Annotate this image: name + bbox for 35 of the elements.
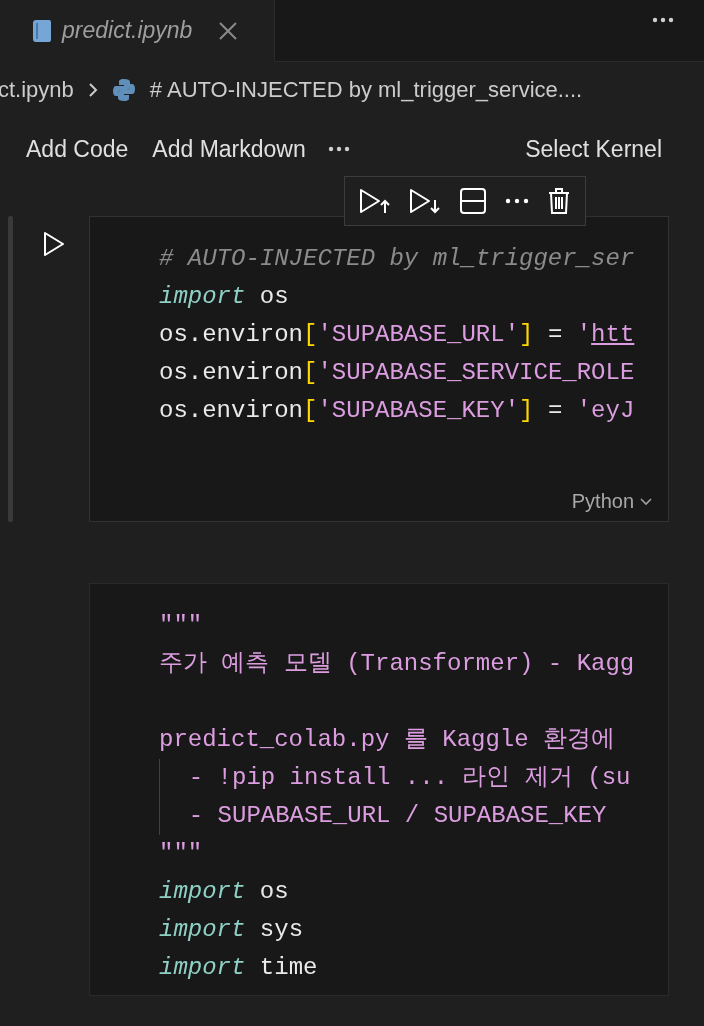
code-line: """: [159, 839, 204, 869]
split-cell-icon[interactable]: [459, 187, 487, 215]
run-above-icon[interactable]: [359, 187, 391, 215]
editor-tab[interactable]: predict.ipynb: [0, 0, 275, 62]
delete-icon[interactable]: [547, 187, 571, 215]
close-icon[interactable]: [218, 20, 239, 41]
more-icon[interactable]: [652, 17, 674, 23]
code-line: import time: [159, 953, 319, 983]
code-line: - SUPABASE_URL / SUPABASE_KEY: [159, 797, 668, 835]
code-cell[interactable]: """ 주가 예측 모델 (Transformer) - Kagg predict_colab.py 를 Kaggle 환경에 - !pip install ... 라인 제거 (su - SUPABASE_URL / SUPABASE_KEY """ import os import sys import time: [89, 583, 669, 996]
breadcrumb-cell[interactable]: # AUTO-INJECTED by ml_trigger_service....: [149, 77, 583, 103]
python-icon: [111, 78, 136, 102]
code-line: os.environ['SUPABASE_URL'] = 'htt: [159, 320, 636, 350]
run-icon[interactable]: [43, 231, 65, 257]
code-line: import os: [159, 282, 290, 312]
code-line: import os: [159, 877, 290, 907]
language-label[interactable]: Python: [571, 490, 634, 513]
select-kernel-button[interactable]: Select Kernel: [513, 131, 674, 167]
code-line: """: [159, 611, 204, 641]
code-cell[interactable]: # AUTO-INJECTED by ml_trigger_ser import os os.environ['SUPABASE_URL'] = 'htt os.environ['SUPABASE_SERVICE_ROLE os.environ['SUPABASE_KEY'] = 'eyJ Python: [89, 216, 669, 522]
toolbar-button[interactable]: Add Code: [14, 131, 141, 167]
code-line: import sys: [159, 915, 305, 945]
code-line: os.environ['SUPABASE_SERVICE_ROLE: [159, 358, 636, 388]
more-icon[interactable]: [327, 146, 350, 152]
chevron-icon: [87, 82, 98, 98]
more-icon[interactable]: [505, 198, 529, 204]
code-line: 주가 예측 모델 (Transformer) - Kagg: [159, 649, 636, 679]
code-line: - !pip install ... 라인 제거 (su: [159, 759, 668, 797]
notebook-icon: [32, 18, 52, 43]
code-line: os.environ['SUPABASE_KEY'] = 'eyJ: [159, 396, 636, 426]
code-line: predict_colab.py 를 Kaggle 환경에: [159, 725, 617, 755]
toolbar-button[interactable]: Add Markdown: [140, 131, 318, 167]
code-line: # AUTO-INJECTED by ml_trigger_ser: [159, 244, 636, 274]
run-below-icon[interactable]: [409, 187, 441, 215]
chevron-down-icon[interactable]: [640, 497, 652, 506]
